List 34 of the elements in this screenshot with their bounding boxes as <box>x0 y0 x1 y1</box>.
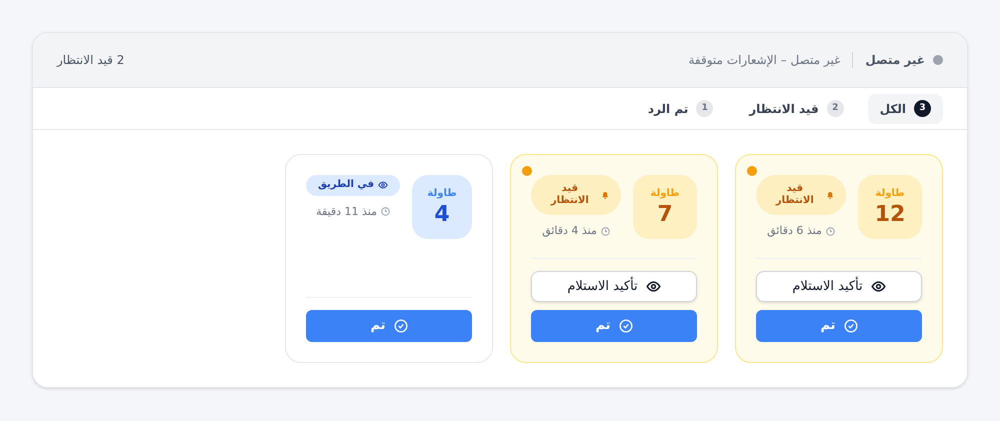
eye-icon <box>870 279 886 294</box>
eye-icon <box>646 279 661 294</box>
table-label: طاولة <box>875 186 905 201</box>
done-button[interactable]: تم <box>756 310 922 342</box>
eye-icon <box>378 180 388 190</box>
clock-icon <box>600 226 610 236</box>
done-button[interactable]: تم <box>531 310 697 342</box>
pending-summary: 2 قيد الانتظار <box>57 52 124 69</box>
check-circle-icon <box>844 319 858 334</box>
time-ago: منذ 4 دقائق <box>542 223 597 239</box>
table-label: طاولة <box>650 186 680 201</box>
count-badge: 1 <box>696 100 714 117</box>
table-number: 7 <box>657 200 673 228</box>
status-badge: قيد الانتظار <box>756 175 846 215</box>
clock-icon <box>381 207 390 216</box>
status-message: غير متصل – الإشعارات متوقفة <box>688 52 840 69</box>
bell-icon <box>600 190 609 200</box>
time-ago: منذ 6 دقائق <box>767 223 822 239</box>
bell-icon <box>826 190 834 200</box>
time-ago: منذ 11 دقيقة <box>316 204 377 220</box>
count-badge: 3 <box>914 100 931 117</box>
clock-icon <box>826 226 835 236</box>
confirm-button[interactable]: تأكيد الاستلام <box>531 270 697 302</box>
check-circle-icon <box>394 319 408 333</box>
done-button[interactable]: تم <box>306 310 472 342</box>
status-badge: في الطريق <box>306 175 400 196</box>
table-label: طاولة <box>427 186 457 201</box>
confirm-button[interactable]: تأكيد الاستلام <box>756 270 922 302</box>
check-circle-icon <box>618 319 633 334</box>
table-number: 4 <box>434 200 450 228</box>
table-number: 12 <box>874 200 906 228</box>
status-badge: قيد الانتظار <box>531 175 621 215</box>
connection-status: غير متصل <box>865 52 925 69</box>
count-badge: 2 <box>826 100 844 117</box>
